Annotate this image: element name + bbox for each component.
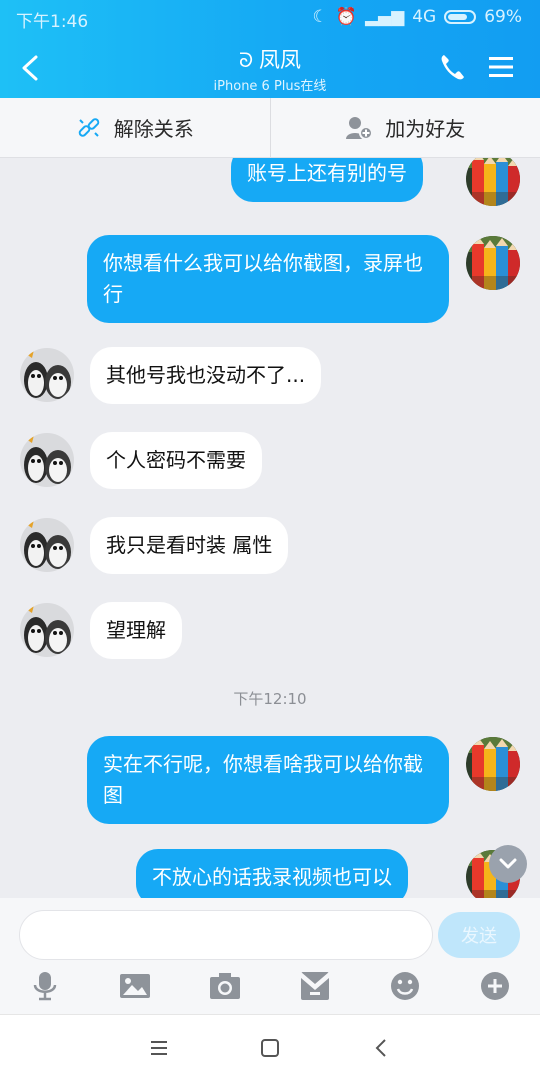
contact-avatar[interactable]	[20, 603, 74, 657]
hearing-icon: ᘐ	[238, 48, 254, 72]
remove-relation-label: 解除关系	[113, 117, 194, 141]
message-bubble-out[interactable]: 你想看什么我可以给你截图，录屏也行	[87, 235, 449, 323]
system-nav-bar	[0, 1014, 540, 1080]
moon-icon: ☾	[312, 7, 328, 27]
unlink-icon	[78, 117, 100, 137]
signal-icon: ▂▄▆	[364, 7, 405, 27]
status-network: 4G	[412, 7, 437, 27]
status-bar: 下午1:46 ☾ ⏰ ▂▄▆ 4G 69%	[0, 0, 540, 34]
my-avatar[interactable]	[466, 236, 520, 290]
add-friend-icon	[346, 116, 374, 140]
message-bubble-out[interactable]: 实在不行呢，你想看啥我可以给你截图	[87, 736, 449, 824]
plus-icon[interactable]	[479, 970, 511, 1002]
status-battery: 69%	[484, 7, 522, 27]
chevron-down-icon	[499, 858, 517, 869]
remove-relation-button[interactable]: 解除关系	[0, 98, 270, 157]
message-input[interactable]	[19, 910, 433, 960]
message-bubble-out[interactable]: 账号上还有别的号	[231, 158, 423, 202]
add-friend-label: 加为好友	[385, 117, 466, 141]
contact-name: 凤凤	[259, 48, 302, 72]
message-bubble-in[interactable]: 其他号我也没动不了...	[90, 347, 322, 404]
alarm-icon: ⏰	[335, 7, 357, 27]
input-toolbar	[0, 966, 540, 1010]
input-bar: 发送	[0, 898, 540, 1014]
microphone-icon[interactable]	[29, 970, 61, 1002]
image-icon[interactable]	[119, 970, 151, 1002]
camera-icon[interactable]	[209, 970, 241, 1002]
message-bubble-in[interactable]: 望理解	[90, 602, 182, 659]
battery-icon	[444, 10, 477, 24]
status-time: 下午1:46	[16, 12, 89, 32]
phone-icon[interactable]	[438, 52, 466, 82]
contact-avatar[interactable]	[20, 433, 74, 487]
contact-avatar[interactable]	[20, 518, 74, 572]
menu-icon[interactable]	[148, 1037, 170, 1059]
message-bubble-out[interactable]: 不放心的话我录视频也可以	[136, 849, 408, 898]
message-timestamp: 下午12:10	[233, 690, 307, 708]
message-bubble-in[interactable]: 个人密码不需要	[90, 432, 262, 489]
header: 下午1:46 ☾ ⏰ ▂▄▆ 4G 69% ᘐ 凤凤 iPhone 6 Plus在…	[0, 0, 540, 98]
home-icon[interactable]	[259, 1037, 281, 1059]
chat-area[interactable]: 账号上还有别的号 你想看什么我可以给你截图，录屏也行 其他号我也没动不了... …	[0, 158, 540, 898]
scroll-to-bottom-button[interactable]	[489, 845, 527, 883]
folder-icon[interactable]	[299, 970, 331, 1002]
emoji-icon[interactable]	[389, 970, 421, 1002]
contact-avatar[interactable]	[20, 348, 74, 402]
back-icon[interactable]	[371, 1037, 393, 1059]
status-right: ☾ ⏰ ▂▄▆ 4G 69%	[313, 7, 522, 27]
menu-icon[interactable]	[487, 55, 515, 79]
my-avatar[interactable]	[466, 158, 520, 206]
message-bubble-in[interactable]: 我只是看时装 属性	[90, 517, 289, 574]
relationship-actions: 解除关系 加为好友	[0, 98, 540, 158]
add-friend-button[interactable]: 加为好友	[271, 98, 540, 157]
my-avatar[interactable]	[466, 737, 520, 791]
send-button[interactable]: 发送	[438, 912, 520, 958]
